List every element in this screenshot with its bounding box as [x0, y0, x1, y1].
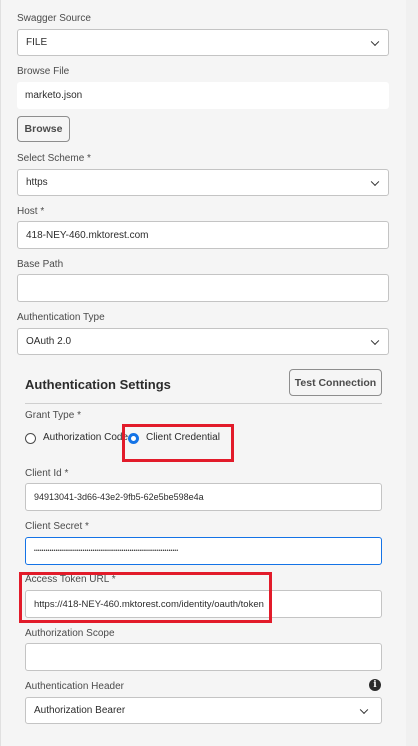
swagger-source-select[interactable]: FILE [17, 29, 389, 56]
authentication-type-value: OAuth 2.0 [26, 336, 72, 347]
auth-settings-title: Authentication Settings [25, 377, 171, 392]
browse-file-name: marketo.json [17, 82, 389, 109]
host-input[interactable]: 418-NEY-460.mktorest.com [17, 221, 389, 249]
browse-file-value: marketo.json [25, 90, 83, 101]
test-connection-button[interactable]: Test Connection [289, 369, 382, 396]
host-value: 418-NEY-460.mktorest.com [26, 229, 149, 241]
authentication-type-label: Authentication Type [17, 312, 105, 323]
swagger-source-label: Swagger Source [17, 13, 91, 24]
authorization-code-label: Authorization Code [43, 432, 129, 443]
select-scheme-value: https [26, 177, 48, 188]
client-id-value: 94913041-3d66-43e2-9fb5-62e5be598e4a [34, 492, 204, 502]
scrollbar[interactable] [406, 0, 418, 746]
client-id-label: Client Id * [25, 468, 69, 479]
browse-file-label: Browse File [17, 66, 70, 77]
client-secret-label: Client Secret * [25, 521, 89, 532]
select-scheme-label: Select Scheme * [17, 153, 91, 164]
authorization-scope-input[interactable] [25, 643, 382, 671]
authentication-header-value: Authorization Bearer [34, 705, 126, 716]
authentication-header-label: Authentication Header [25, 681, 124, 692]
client-secret-value: ••••••••••••••••••••••••••••••••••••••••… [34, 548, 179, 554]
info-icon[interactable]: i [369, 679, 381, 691]
highlight-client-credential [122, 424, 234, 462]
chevron-down-icon [370, 336, 380, 345]
select-scheme-select[interactable]: https [17, 169, 389, 196]
chevron-down-icon [359, 705, 369, 714]
authentication-header-select[interactable]: Authorization Bearer [25, 697, 382, 724]
highlight-access-token-url [19, 572, 272, 623]
config-panel: Swagger Source FILE Browse File marketo.… [0, 0, 407, 746]
base-path-label: Base Path [17, 259, 64, 270]
authentication-type-select[interactable]: OAuth 2.0 [17, 328, 389, 355]
section-divider [25, 403, 382, 404]
host-label: Host * [17, 206, 45, 217]
base-path-input[interactable] [17, 274, 389, 302]
grant-type-label: Grant Type * [25, 410, 81, 421]
chevron-down-icon [370, 177, 380, 186]
authorization-scope-label: Authorization Scope [25, 628, 115, 639]
client-secret-input[interactable]: ••••••••••••••••••••••••••••••••••••••••… [25, 537, 382, 565]
browse-button[interactable]: Browse [17, 116, 70, 142]
chevron-down-icon [370, 37, 380, 46]
swagger-source-value: FILE [26, 37, 48, 48]
client-id-input[interactable]: 94913041-3d66-43e2-9fb5-62e5be598e4a [25, 483, 382, 511]
radio-unchecked-icon[interactable] [25, 433, 36, 444]
